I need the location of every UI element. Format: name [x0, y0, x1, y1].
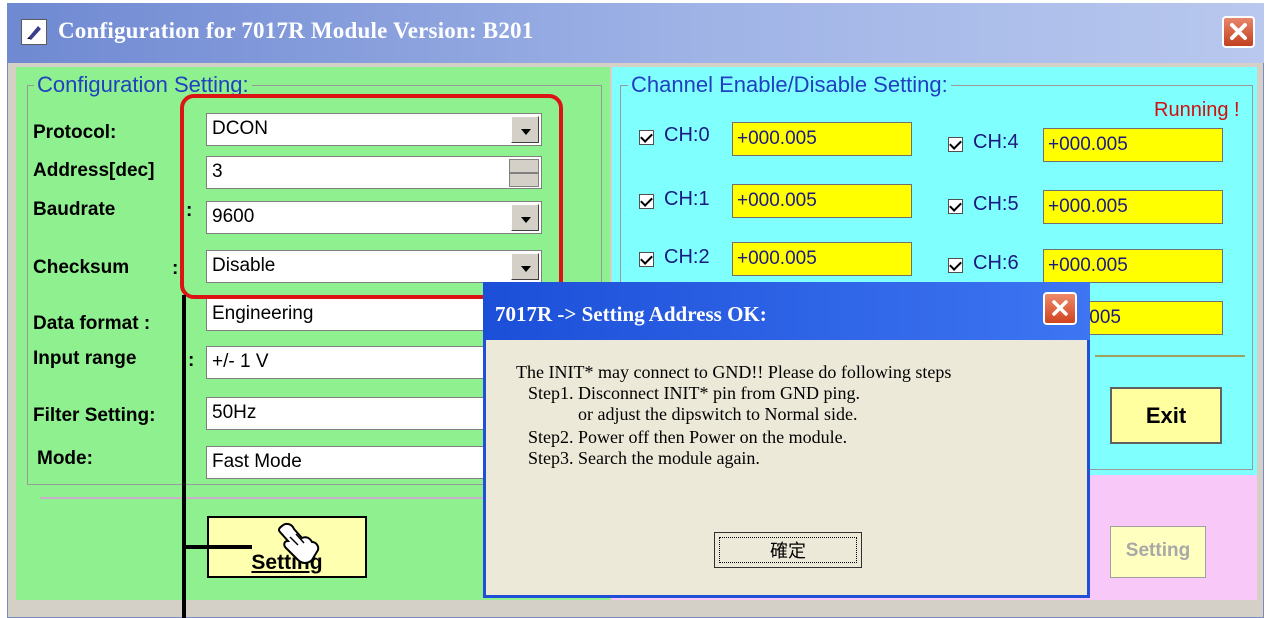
dialog-line: The INIT* may connect to GND!! Please do…: [516, 362, 952, 382]
ch0-checkbox[interactable]: [639, 130, 654, 145]
dialog-line: Step2. Power off then Power on the modul…: [528, 427, 848, 447]
close-icon: [1230, 23, 1247, 40]
ok-button-label: 確定: [719, 537, 857, 563]
ch4-label: CH:4: [973, 131, 1019, 153]
ch1-value: +000.005: [732, 184, 912, 218]
hand-cursor-icon: [272, 520, 322, 571]
dialog-line: Step3. Search the module again.: [528, 448, 760, 468]
ch6-checkbox[interactable]: [948, 258, 963, 273]
close-button[interactable]: [1222, 16, 1255, 48]
data-format-label: Data format :: [33, 313, 151, 334]
filter-setting-select[interactable]: 50Hz: [206, 397, 496, 430]
pointer-line: [182, 295, 186, 618]
input-range-value: +/- 1 V: [212, 351, 269, 372]
exit-button[interactable]: Exit: [1110, 387, 1222, 444]
checksum-label: Checksum: [33, 257, 130, 278]
dialog-line: or adjust the dipswitch to Normal side.: [578, 404, 858, 424]
ch6-label: CH:6: [973, 252, 1019, 274]
ch1-label: CH:1: [664, 188, 710, 210]
baudrate-label: Baudrate: [33, 199, 116, 220]
ch0-value: +000.005: [732, 122, 912, 156]
input-range-label: Input range: [33, 348, 137, 369]
close-icon: [1052, 300, 1068, 316]
mode-value: Fast Mode: [212, 451, 302, 472]
data-format-value: Engineering: [212, 303, 314, 324]
ch6-value: +000.005: [1043, 249, 1223, 283]
colon-sep: :: [172, 258, 179, 279]
channel-divider: [1095, 355, 1245, 357]
pointer-line: [184, 545, 252, 549]
input-range-select[interactable]: +/- 1 V: [206, 346, 496, 379]
ch1-checkbox[interactable]: [639, 194, 654, 209]
ch5-checkbox[interactable]: [948, 199, 963, 214]
mode-label: Mode:: [37, 448, 93, 469]
colon-sep: :: [188, 350, 195, 371]
protocol-label: Protocol:: [33, 122, 117, 143]
ch5-value: +000.005: [1043, 190, 1223, 224]
highlight-annotation: [180, 94, 563, 299]
data-format-select[interactable]: Engineering: [206, 298, 496, 331]
ch2-label: CH:2: [664, 246, 710, 268]
ok-button[interactable]: 確定: [714, 532, 862, 568]
ch4-checkbox[interactable]: [948, 137, 963, 152]
ch2-checkbox[interactable]: [639, 252, 654, 267]
app-icon: [21, 19, 47, 45]
window-title: Configuration for 7017R Module Version: …: [58, 18, 534, 43]
mode-select[interactable]: Fast Mode: [206, 446, 496, 479]
channel-setting-button[interactable]: Setting: [1110, 526, 1206, 578]
ch2-value: +000.005: [732, 242, 912, 276]
address-label: Address[dec]: [33, 160, 155, 181]
dialog-close-button[interactable]: [1043, 292, 1077, 325]
dialog-line: Step1. Disconnect INIT* pin from GND pin…: [528, 383, 860, 403]
filter-setting-label: Filter Setting:: [33, 405, 156, 426]
channel-legend: Channel Enable/Disable Setting:: [628, 72, 951, 98]
running-status: Running !: [1154, 99, 1240, 121]
ch5-label: CH:5: [973, 193, 1019, 215]
ch4-value: +000.005: [1043, 128, 1223, 162]
filter-setting-value: 50Hz: [212, 402, 257, 423]
ch0-label: CH:0: [664, 124, 710, 146]
dialog-title: 7017R -> Setting Address OK:: [495, 302, 767, 326]
